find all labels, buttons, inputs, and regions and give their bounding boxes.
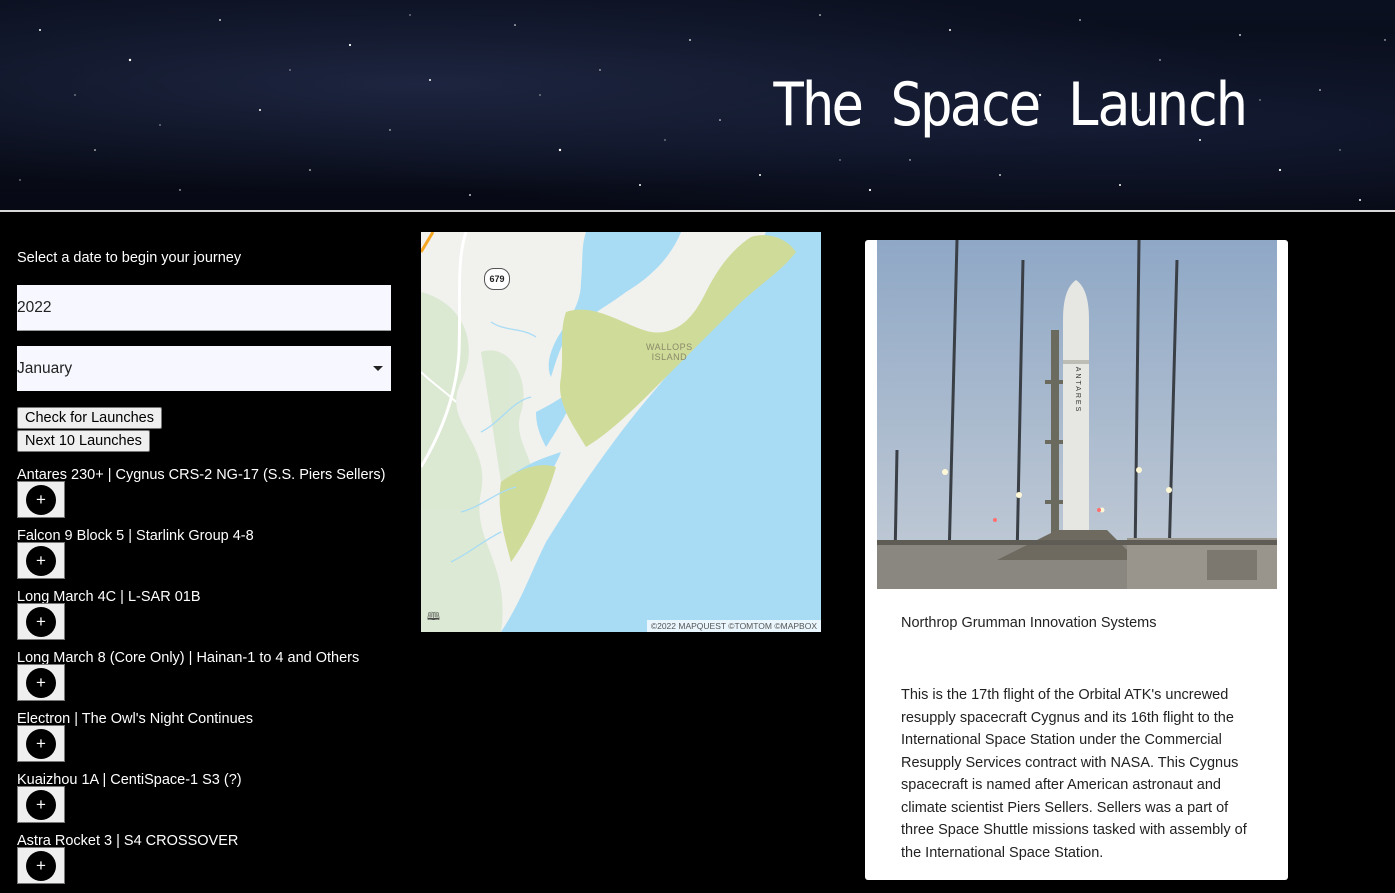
launch-agency: Northrop Grumman Innovation Systems	[901, 615, 1157, 631]
launch-item: Kuaizhou 1A | CentiSpace-1 S3 (?) +	[17, 771, 397, 832]
launch-title: Long March 4C | L-SAR 01B	[17, 589, 201, 605]
chevron-down-icon	[373, 366, 383, 371]
launch-title: Antares 230+ | Cygnus CRS-2 NG-17 (S.S. …	[17, 467, 386, 483]
map-tiles	[421, 232, 821, 632]
add-launch-button[interactable]: +	[17, 542, 65, 579]
rocket-image: ANTARES	[877, 240, 1277, 589]
header-divider	[0, 210, 1395, 212]
year-input[interactable]	[17, 285, 391, 331]
site-title: The Space Launch	[772, 70, 1249, 140]
launch-description: This is the 17th flight of the Orbital A…	[901, 687, 1247, 861]
launch-title: Falcon 9 Block 5 | Starlink Group 4-8	[17, 528, 254, 544]
launch-site-map[interactable]: 679 WALLOPS ISLAND 🕮 ©2022 MAPQUEST ©TOM…	[421, 232, 821, 632]
map-place-label-line1: WALLOPS	[646, 342, 693, 352]
add-launch-button[interactable]: +	[17, 786, 65, 823]
route-shield: 679	[484, 268, 510, 290]
add-launch-button[interactable]: +	[17, 664, 65, 701]
launch-item: Falcon 9 Block 5 | Starlink Group 4-8 +	[17, 527, 397, 588]
add-launch-button[interactable]: +	[17, 725, 65, 762]
launch-list: Antares 230+ | Cygnus CRS-2 NG-17 (S.S. …	[17, 466, 397, 893]
month-select[interactable]: January	[17, 346, 391, 391]
plus-icon: +	[26, 484, 56, 515]
launch-title: Long March 8 (Core Only) | Hainan-1 to 4…	[17, 650, 360, 666]
launch-item: Antares 230+ | Cygnus CRS-2 NG-17 (S.S. …	[17, 466, 397, 527]
plus-icon: +	[26, 789, 56, 820]
launch-title: Kuaizhou 1A | CentiSpace-1 S3 (?)	[17, 772, 242, 788]
launch-title: Astra Rocket 3 | S4 CROSSOVER	[17, 833, 239, 849]
add-launch-button[interactable]: +	[17, 847, 65, 884]
next-launches-button[interactable]: Next 10 Launches	[17, 430, 150, 452]
plus-icon: +	[26, 667, 56, 698]
plus-icon: +	[26, 728, 56, 759]
plus-icon: +	[26, 606, 56, 637]
launch-detail-card: ANTARES Northrop Grumman Innovation Syst…	[865, 240, 1288, 880]
rocket-photo: ANTARES	[877, 240, 1277, 589]
add-launch-button[interactable]: +	[17, 603, 65, 640]
rocket-label: ANTARES	[1074, 367, 1081, 414]
map-attribution: ©2022 MAPQUEST ©TOMTOM ©MAPBOX	[646, 620, 821, 632]
map-place-label-line2: ISLAND	[651, 352, 688, 362]
plus-icon: +	[26, 850, 56, 881]
search-panel: Select a date to begin your journey Janu…	[17, 248, 397, 893]
map-legend-icon[interactable]: 🕮	[427, 608, 440, 627]
map-place-label: WALLOPS ISLAND	[646, 342, 693, 362]
plus-icon: +	[26, 545, 56, 576]
header-banner: The Space Launch	[0, 0, 1395, 210]
launch-item: Long March 8 (Core Only) | Hainan-1 to 4…	[17, 649, 397, 710]
add-launch-button[interactable]: +	[17, 481, 65, 518]
launch-item: Long March 4C | L-SAR 01B +	[17, 588, 397, 649]
month-select-value: January	[17, 360, 73, 377]
date-prompt: Select a date to begin your journey	[17, 250, 242, 266]
check-launches-button[interactable]: Check for Launches	[17, 407, 162, 429]
launch-item: Astra Rocket 3 | S4 CROSSOVER +	[17, 832, 397, 893]
launch-title: Electron | The Owl's Night Continues	[17, 711, 253, 727]
launch-item: Electron | The Owl's Night Continues +	[17, 710, 397, 771]
